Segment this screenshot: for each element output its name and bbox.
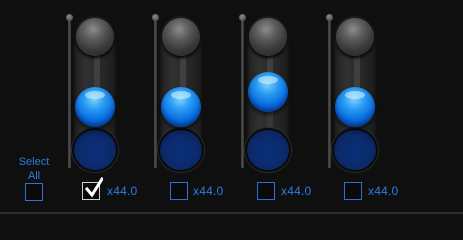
fader-thumb[interactable] <box>161 86 201 127</box>
fader-thumb[interactable] <box>75 86 115 127</box>
channel-2-checkbox[interactable] <box>170 182 188 200</box>
checkmark-icon <box>85 177 103 198</box>
fader-top-cap <box>162 18 200 56</box>
fader-well <box>158 128 204 172</box>
fader-well <box>332 128 378 172</box>
channel-4-value: x44.0 <box>368 184 399 198</box>
fader-thumb[interactable] <box>335 86 375 127</box>
fader-well <box>72 128 118 172</box>
fader-well <box>245 128 291 172</box>
channel-3-checkbox[interactable] <box>257 182 275 200</box>
fader-thumb[interactable] <box>248 71 288 112</box>
bottom-divider <box>0 212 463 214</box>
rail-knob <box>239 14 246 21</box>
channel-1-checkbox[interactable] <box>82 177 103 200</box>
channel-3-value: x44.0 <box>281 184 312 198</box>
channel-1-value: x44.0 <box>107 184 138 198</box>
rail <box>241 18 244 168</box>
fader-top-cap <box>336 18 374 56</box>
rail-knob <box>326 14 333 21</box>
fader-top-cap <box>76 18 114 56</box>
select-all-checkbox[interactable] <box>25 183 43 201</box>
select-all-label: Select All <box>18 156 50 182</box>
rail-knob <box>66 14 73 21</box>
rail <box>68 18 71 168</box>
fader-top-cap <box>249 18 287 56</box>
channel-4-checkbox[interactable] <box>344 182 362 200</box>
rail <box>328 18 331 168</box>
rail <box>154 18 157 168</box>
channel-2-value: x44.0 <box>193 184 224 198</box>
rail-knob <box>152 14 159 21</box>
